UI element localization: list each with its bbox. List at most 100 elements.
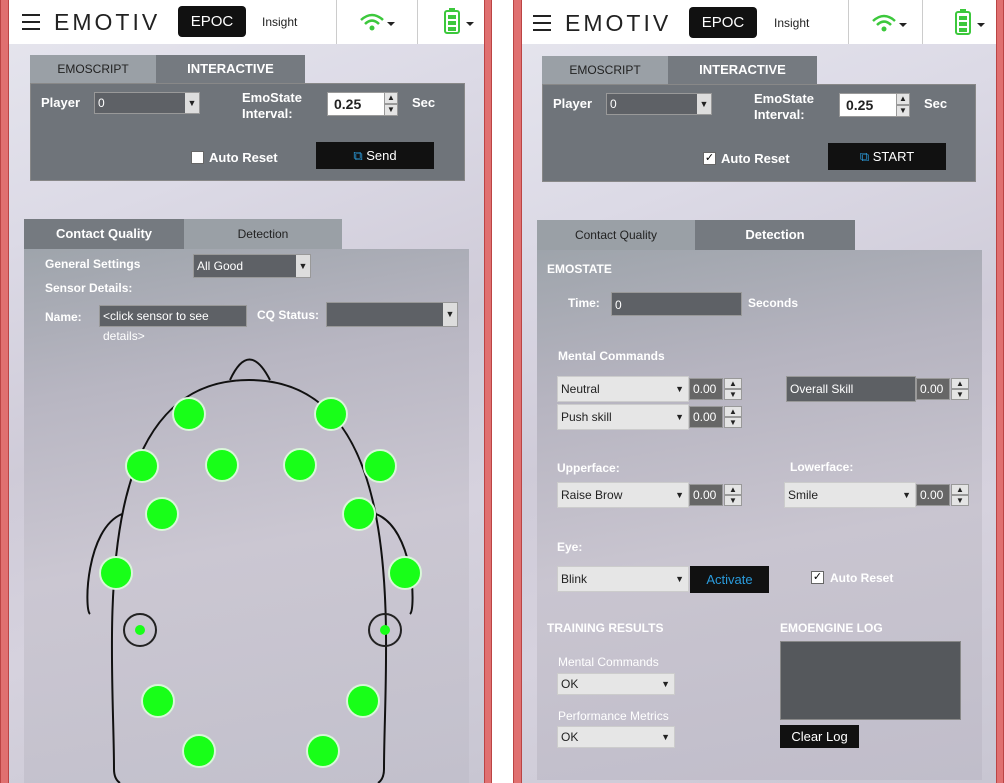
mental-command-select[interactable]: Neutral ▼	[557, 376, 689, 402]
sensor-electrode[interactable]	[283, 448, 317, 482]
sensor-electrode[interactable]	[205, 448, 239, 482]
score-up-button[interactable]: ▲	[951, 484, 969, 495]
emostate-interval-input[interactable]: 0.25	[839, 93, 897, 117]
overall-skill-label: Overall Skill	[786, 376, 916, 402]
sensor-electrode[interactable]	[388, 556, 422, 590]
right-panel: EMOTIV EPOC Insight EMOSCRIPT INTERACTIV…	[521, 0, 997, 783]
lowerface-select[interactable]: Smile ▼	[784, 482, 916, 508]
interval-up-button[interactable]: ▲	[896, 93, 910, 105]
start-button[interactable]: ⧉ START	[828, 143, 946, 170]
eye-auto-reset-checkbox[interactable]: ✓	[811, 571, 824, 584]
sensor-electrode[interactable]	[363, 449, 397, 483]
sensor-electrode[interactable]	[182, 734, 216, 768]
chevron-down-icon: ▼	[185, 93, 199, 113]
app-label: Insight	[262, 15, 298, 29]
player-select[interactable]: 0 ▼	[606, 93, 712, 115]
app-label: Insight	[774, 16, 810, 30]
performance-metrics-select[interactable]: OK ▼	[557, 726, 675, 748]
eye-auto-reset-label: Auto Reset	[830, 571, 894, 585]
epoc-button[interactable]: EPOC	[178, 6, 246, 37]
activate-button[interactable]: Activate	[690, 566, 769, 593]
emotiv-logo: EMOTIV	[54, 9, 161, 35]
emostate-interval-input[interactable]: 0.25	[327, 92, 385, 116]
interval-unit: Sec	[924, 96, 948, 111]
eye-title: Eye:	[557, 540, 583, 554]
hamburger-icon[interactable]	[533, 15, 551, 31]
mental-command-select[interactable]: Push skill ▼	[557, 404, 689, 430]
wifi-icon[interactable]	[870, 9, 910, 37]
wifi-icon[interactable]	[358, 8, 398, 36]
external-link-icon: ⧉	[353, 148, 363, 163]
score-down-button[interactable]: ▼	[724, 495, 742, 506]
auto-reset-checkbox[interactable]	[191, 151, 204, 164]
score-up-button[interactable]: ▲	[724, 406, 742, 417]
score-up-button[interactable]: ▲	[951, 378, 969, 389]
head-outline	[86, 358, 414, 783]
contact-quality-pane: General Settings All Good ▼ Sensor Detai…	[24, 249, 469, 783]
send-label: Send	[366, 148, 397, 163]
tab-contact-quality[interactable]: Contact Quality	[24, 219, 184, 249]
hamburger-icon[interactable]	[22, 14, 40, 30]
tab-interactive[interactable]: INTERACTIVE	[156, 55, 305, 83]
left-panel: EMOTIV EPOC Insight EMOSCRIPT INTERACTIV…	[8, 0, 485, 783]
mental-command-value: Push skill	[561, 410, 612, 424]
sensor-electrode[interactable]	[306, 734, 340, 768]
interval-unit: Sec	[412, 95, 436, 110]
interval-down-button[interactable]: ▼	[384, 104, 398, 116]
sensor-electrode[interactable]	[342, 497, 376, 531]
auto-reset-label: Auto Reset	[209, 150, 278, 165]
sensor-electrode[interactable]	[141, 684, 175, 718]
sensor-electrode[interactable]	[346, 684, 380, 718]
clear-log-button[interactable]: Clear Log	[780, 725, 859, 748]
emostate-interval-label-2: Interval:	[242, 106, 293, 121]
chevron-down-icon: ▼	[675, 574, 684, 584]
time-unit: Seconds	[748, 296, 799, 310]
sensor-electrode[interactable]	[125, 449, 159, 483]
player-label: Player	[41, 95, 81, 110]
left-panel-border	[0, 0, 9, 783]
score-down-button[interactable]: ▼	[724, 417, 742, 428]
start-label: START	[872, 149, 915, 164]
battery-icon[interactable]	[442, 8, 482, 36]
score-down-button[interactable]: ▼	[951, 389, 969, 400]
top-bar: EMOTIV EPOC Insight	[521, 0, 997, 44]
tab-detection[interactable]: Detection	[695, 220, 855, 250]
chevron-down-icon: ▼	[675, 490, 684, 500]
tab-detection[interactable]: Detection	[184, 219, 342, 249]
sensor-electrode[interactable]	[145, 497, 179, 531]
chevron-down-icon: ▼	[697, 94, 711, 114]
interval-up-button[interactable]: ▲	[384, 92, 398, 104]
emostate-interval-label-1: EmoState	[754, 91, 814, 106]
score-up-button[interactable]: ▲	[724, 484, 742, 495]
eye-select[interactable]: Blink ▼	[557, 566, 689, 592]
sensor-electrode[interactable]	[314, 397, 348, 431]
score-up-button[interactable]: ▲	[724, 378, 742, 389]
reference-sensor[interactable]	[123, 613, 157, 647]
interval-down-button[interactable]: ▼	[896, 105, 910, 117]
sensor-electrode[interactable]	[172, 397, 206, 431]
emostate-title: EMOSTATE	[547, 262, 612, 276]
sensor-electrode[interactable]	[99, 556, 133, 590]
tab-contact-quality[interactable]: Contact Quality	[537, 220, 695, 250]
lowerface-score: 0.00	[916, 484, 950, 506]
player-select[interactable]: 0 ▼	[94, 92, 200, 114]
tab-interactive[interactable]: INTERACTIVE	[668, 56, 817, 84]
battery-icon[interactable]	[953, 9, 993, 37]
send-button[interactable]: ⧉ Send	[316, 142, 434, 169]
mental-commands-result-select[interactable]: OK ▼	[557, 673, 675, 695]
score-down-button[interactable]: ▼	[724, 389, 742, 400]
score-down-button[interactable]: ▼	[951, 495, 969, 506]
lowerface-value: Smile	[788, 488, 819, 502]
chevron-down-icon: ▼	[675, 384, 684, 394]
upperface-select[interactable]: Raise Brow ▼	[557, 482, 689, 508]
chevron-down-icon: ▼	[661, 732, 670, 742]
tab-emoscript[interactable]: EMOSCRIPT	[542, 56, 668, 84]
tab-emoscript[interactable]: EMOSCRIPT	[30, 55, 156, 83]
mental-command-score: 0.00	[689, 378, 723, 400]
training-results-title: TRAINING RESULTS	[547, 621, 664, 635]
epoc-button[interactable]: EPOC	[689, 7, 757, 38]
auto-reset-checkbox[interactable]: ✓	[703, 152, 716, 165]
left-panel-border	[484, 0, 492, 783]
reference-sensor[interactable]	[368, 613, 402, 647]
player-label: Player	[553, 96, 593, 111]
